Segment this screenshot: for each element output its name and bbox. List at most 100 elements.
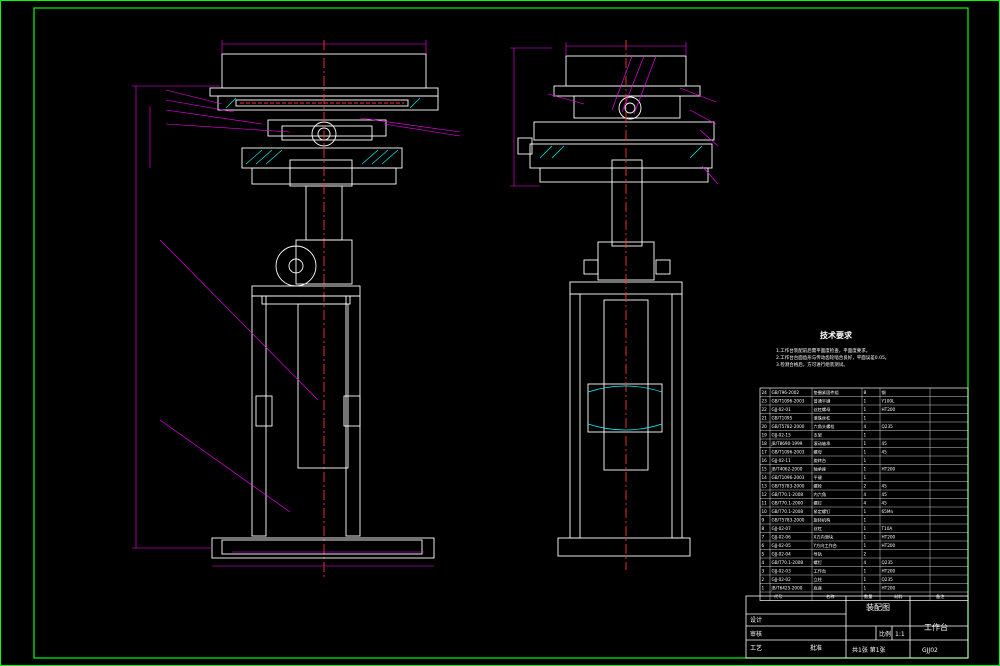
bom-cell: 1 bbox=[864, 450, 867, 455]
notes-line-2: 2.工作台台面齿形与传动齿轮啮合良好，平面误差0.05。 bbox=[776, 354, 889, 361]
bom-cell: 支架 bbox=[814, 432, 822, 439]
bom-cell: 45 bbox=[882, 492, 888, 497]
bom-cell: 23 bbox=[762, 399, 768, 404]
bom-cell: 4 bbox=[864, 560, 867, 565]
bom-cell: GB/T5783-2000 bbox=[772, 518, 805, 523]
side-view-dimensions bbox=[510, 42, 719, 187]
bom-cell: 1 bbox=[864, 467, 867, 472]
bom-cell: 12 bbox=[762, 492, 768, 497]
bom-cell: 20 bbox=[762, 424, 768, 429]
front-view-hatch bbox=[225, 97, 421, 165]
approve-label: 批准 bbox=[810, 644, 822, 652]
bom-header-cell: 代号 bbox=[774, 593, 782, 600]
checker-label: 审核 bbox=[750, 630, 762, 638]
bom-cell: 13 bbox=[762, 484, 768, 489]
bom-cell: GJJ-02-02 bbox=[772, 577, 792, 582]
bom-cell: 导轨 bbox=[814, 551, 823, 558]
bom-cell: 垫圈紧固件组 bbox=[814, 389, 839, 396]
bom-cell: 滚珠丝杠 bbox=[814, 415, 831, 422]
bom-cell: GB/T1096-2003 bbox=[772, 450, 805, 455]
bom-cell: JB/T4062-2000 bbox=[771, 467, 803, 472]
bom-cell: 22 bbox=[762, 407, 768, 412]
bom-cell: HT200 bbox=[882, 467, 896, 472]
bom-cell: JB/T6425-2000 bbox=[771, 586, 803, 591]
bom-cell: Q235 bbox=[882, 560, 894, 565]
assembly-drawing: 技术要求 1.工作台装配前后需平面度检查，平面度要求。 2.工作台台面齿形与传动… bbox=[0, 0, 1000, 666]
bom-cell: GB/T70.1-2008 bbox=[772, 509, 804, 514]
bom-cell: 轴承座 bbox=[814, 466, 827, 473]
bom-cell: GB/T1096-2003 bbox=[772, 399, 805, 404]
notes-line-3: 3.检测合格后，方可进行组装测试。 bbox=[776, 361, 848, 368]
bom-cell: 45 bbox=[882, 441, 888, 446]
bom-cell: 1 bbox=[864, 433, 867, 438]
bom-cell: 平键 bbox=[814, 474, 823, 481]
bom-cell: 65Mn bbox=[882, 509, 894, 514]
bom-cell: GJJ-02-15 bbox=[772, 433, 792, 438]
bill-of-materials: 2 4 GB/T96-2002 垫圈紧固件组 8 钢 23 GB/T1096-2003 普通平键… bbox=[759, 387, 969, 601]
scale-label: 比例 bbox=[879, 630, 891, 638]
drawing-name: 装配图 bbox=[866, 602, 890, 612]
bom-cell: 10 bbox=[762, 509, 768, 514]
bom-cell: GB/T70.1-2008 bbox=[772, 492, 804, 497]
bom-cell: HT200 bbox=[882, 543, 896, 548]
bom-cell: 1 bbox=[864, 586, 867, 591]
bom-cell: HT200 bbox=[882, 535, 896, 540]
bom-cell: 2 bbox=[864, 484, 867, 489]
bom-cell: 8 bbox=[864, 390, 867, 395]
front-view bbox=[209, 40, 439, 580]
bom-cell: 普通平键 bbox=[814, 398, 832, 405]
bom-cell: T10A bbox=[881, 526, 893, 531]
bom-cell: HT200 bbox=[882, 586, 896, 591]
bom-cell: GB/T70.1-2008 bbox=[772, 560, 804, 565]
bom-cell: 21 bbox=[762, 416, 768, 421]
designer-label: 设计 bbox=[750, 616, 762, 624]
bom-cell: X方向滑块 bbox=[814, 534, 834, 541]
bom-cell: 1 bbox=[864, 518, 867, 523]
side-view bbox=[517, 40, 715, 570]
bom-cell: 1 bbox=[864, 543, 867, 548]
bom-cell: GB/T1096-2003 bbox=[772, 475, 805, 480]
bom-cell: GJJ-02-04 bbox=[772, 552, 792, 557]
bom-cell: GB/T96-2002 bbox=[772, 390, 800, 395]
bom-header-cell: 名称 bbox=[826, 593, 834, 600]
bom-cell: 45 bbox=[882, 484, 888, 489]
drawing-number: GJJ02 bbox=[922, 647, 938, 654]
bom-cell: Y100L bbox=[881, 399, 896, 404]
bom-cell: 4 bbox=[864, 424, 867, 429]
bom-cell: 14 bbox=[762, 475, 768, 480]
bom-header-cell: 备注 bbox=[936, 593, 945, 600]
bom-cell: 1 bbox=[864, 399, 867, 404]
bom-cell: 1 bbox=[864, 407, 867, 412]
bom-cell: 16 bbox=[762, 458, 768, 463]
bom-cell: 1 bbox=[864, 577, 867, 582]
bom-cell: 7 bbox=[762, 535, 765, 540]
bom-cell: 11 bbox=[762, 501, 768, 506]
scale-value: 1:1 bbox=[895, 631, 905, 638]
bom-cell: GJJ-02-03 bbox=[772, 569, 792, 574]
bom-cell: 4 bbox=[864, 501, 867, 506]
bom-cell: 丝杠 bbox=[814, 525, 822, 532]
front-view-dimensions bbox=[132, 40, 461, 567]
notes-title: 技术要求 bbox=[820, 330, 853, 340]
bom-cell: 工作台 bbox=[814, 568, 827, 575]
part-name: 工作台 bbox=[924, 622, 948, 632]
bom-cell: GJJ-02-01 bbox=[772, 407, 792, 412]
bom-cell: GB/T5782-2000 bbox=[772, 424, 805, 429]
bom-cell: 4 bbox=[762, 560, 765, 565]
bom-cell: 1 bbox=[864, 441, 867, 446]
bom-cell: 1 bbox=[864, 535, 867, 540]
bom-cell: 1 bbox=[864, 569, 867, 574]
bom-cell: 8 bbox=[762, 526, 765, 531]
bom-cell: HT200 bbox=[882, 407, 896, 412]
bom-cell: 螺母 bbox=[814, 449, 822, 456]
bom-cell: 1 bbox=[864, 475, 867, 480]
bom-cell: 1 bbox=[864, 416, 867, 421]
bom-cell: 45 bbox=[882, 501, 888, 506]
bom-cell: GJJ-02-07 bbox=[772, 526, 792, 531]
bom-cell: 4 bbox=[864, 492, 867, 497]
bom-cell: 1 bbox=[864, 458, 867, 463]
bom-cell: 2 bbox=[864, 552, 867, 557]
bom-cell: GB/T70.1-2000 bbox=[772, 501, 804, 506]
bom-cell: 15 bbox=[762, 467, 768, 472]
bom-cell: 钢 bbox=[882, 389, 886, 396]
